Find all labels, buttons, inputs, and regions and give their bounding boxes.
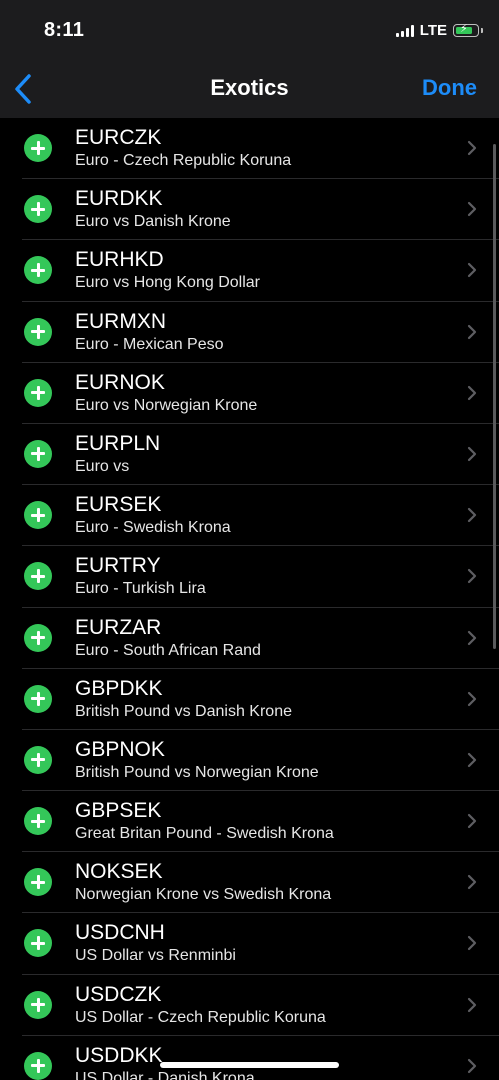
add-circle-icon[interactable]	[24, 317, 52, 346]
add-circle-icon[interactable]	[24, 378, 52, 407]
instrument-symbol: USDCZK	[75, 982, 162, 1006]
add-circle-icon[interactable]	[24, 439, 52, 468]
instrument-symbol: NOKSEK	[75, 860, 163, 884]
list-item[interactable]: EURDKK Euro vs Danish Krone	[0, 179, 499, 241]
add-circle-icon[interactable]	[24, 1051, 52, 1080]
instrument-symbol: GBPNOK	[75, 737, 165, 761]
instrument-description: US Dollar vs Renminbi	[75, 947, 236, 965]
list-item[interactable]: GBPNOK British Pound vs Norwegian Krone	[0, 730, 499, 792]
instrument-description: Euro - South African Rand	[75, 641, 261, 659]
battery-charging-icon: ⚡	[453, 23, 483, 37]
network-type: LTE	[419, 22, 447, 39]
list-item[interactable]: EURNOK Euro vs Norwegian Krone	[0, 363, 499, 425]
chevron-right-icon	[467, 936, 477, 951]
instrument-description: US Dollar - Danish Krona	[75, 1069, 255, 1080]
instrument-symbol: EURMXN	[75, 309, 167, 333]
status-time: 8:11	[44, 19, 85, 41]
instrument-description: Great Britan Pound - Swedish Krona	[75, 825, 334, 843]
list-item[interactable]: GBPSEK Great Britan Pound - Swedish Krona	[0, 791, 499, 853]
screen: 8:11 LTE ⚡ Exotics Done EURCZK Euro - Cz…	[0, 0, 499, 1080]
chevron-right-icon	[467, 140, 477, 156]
status-bar: 8:11 LTE ⚡	[0, 0, 499, 60]
chevron-right-icon	[467, 813, 477, 829]
add-circle-icon[interactable]	[24, 684, 52, 713]
chevron-right-icon	[467, 569, 477, 584]
home-indicator[interactable]	[160, 1062, 339, 1068]
navigation-bar: Exotics Done	[0, 60, 499, 118]
instrument-description: Euro - Swedish Krona	[75, 519, 231, 537]
chevron-right-icon	[467, 630, 477, 645]
chevron-right-icon	[467, 875, 477, 890]
add-circle-icon[interactable]	[24, 990, 52, 1019]
instrument-description: British Pound vs Danish Krone	[75, 702, 292, 720]
instrument-symbol: EURSEK	[75, 493, 162, 517]
add-circle-icon[interactable]	[24, 256, 52, 285]
list-item[interactable]: EURCZK Euro - Czech Republic Koruna	[0, 118, 499, 180]
instrument-description: Euro vs	[75, 457, 130, 475]
add-circle-icon[interactable]	[24, 623, 52, 652]
chevron-right-icon	[467, 263, 477, 278]
cellular-signal-icon	[395, 24, 414, 37]
instrument-description: Euro - Turkish Lira	[75, 580, 206, 598]
chevron-right-icon	[467, 508, 477, 523]
instrument-description: Euro vs Hong Kong Dollar	[75, 274, 260, 292]
instrument-symbol: EURHKD	[75, 248, 164, 272]
list-item[interactable]: USDCNH US Dollar vs Renminbi	[0, 913, 499, 975]
add-circle-icon[interactable]	[24, 745, 52, 774]
instrument-description: Euro vs Danish Krone	[75, 213, 231, 231]
add-circle-icon[interactable]	[24, 807, 52, 836]
add-circle-icon[interactable]	[24, 195, 52, 224]
chevron-right-icon	[467, 1058, 477, 1073]
add-circle-icon[interactable]	[24, 501, 52, 530]
instrument-description: US Dollar - Czech Republic Koruna	[75, 1008, 326, 1026]
chevron-right-icon	[467, 385, 477, 400]
instrument-description: British Pound vs Norwegian Krone	[75, 763, 319, 781]
instrument-symbol: EURPLN	[75, 431, 161, 455]
list-item[interactable]: GBPDKK British Pound vs Danish Krone	[0, 669, 499, 731]
instrument-symbol: GBPSEK	[75, 799, 162, 823]
instrument-symbol: USDCNH	[75, 921, 165, 945]
chevron-right-icon	[467, 446, 477, 462]
instrument-list: EURCZK Euro - Czech Republic Koruna EURDKK…	[0, 118, 499, 1080]
chevron-right-icon	[467, 752, 477, 767]
instrument-symbol: GBPDKK	[75, 676, 163, 700]
add-circle-icon[interactable]	[24, 562, 52, 591]
chevron-right-icon	[467, 202, 477, 217]
chevron-right-icon	[467, 324, 477, 339]
instrument-symbol: EURNOK	[75, 370, 165, 394]
list-item[interactable]: EURMXN Euro - Mexican Peso	[0, 302, 499, 363]
instrument-symbol: EURCZK	[75, 126, 162, 149]
list-item[interactable]: EURHKD Euro vs Hong Kong Dollar	[0, 240, 499, 302]
add-circle-icon[interactable]	[24, 134, 52, 162]
scrollbar[interactable]	[493, 144, 496, 649]
instrument-symbol: EURDKK	[75, 187, 163, 211]
instrument-description: Norwegian Krone vs Swedish Krona	[75, 886, 332, 904]
list-item[interactable]: EURZAR Euro - South African Rand	[0, 608, 499, 669]
add-circle-icon[interactable]	[24, 868, 52, 897]
status-indicators: LTE ⚡	[395, 22, 483, 39]
list-item[interactable]: EURPLN Euro vs	[0, 424, 499, 486]
instrument-symbol: EURTRY	[75, 554, 161, 578]
instrument-symbol: EURZAR	[75, 615, 162, 639]
list-item[interactable]: EURSEK Euro - Swedish Krona	[0, 485, 499, 547]
list-item[interactable]: USDDKK US Dollar - Danish Krona	[0, 1036, 499, 1080]
instrument-description: Euro - Mexican Peso	[75, 335, 224, 353]
add-circle-icon[interactable]	[24, 929, 52, 958]
list-item[interactable]: USDCZK US Dollar - Czech Republic Koruna	[0, 975, 499, 1037]
list-item[interactable]: EURTRY Euro - Turkish Lira	[0, 546, 499, 608]
instrument-description: Euro - Czech Republic Koruna	[75, 152, 292, 169]
instrument-symbol: USDDKK	[75, 1043, 163, 1067]
chevron-right-icon	[467, 691, 477, 706]
chevron-right-icon	[467, 997, 477, 1012]
instrument-description: Euro vs Norwegian Krone	[75, 396, 258, 414]
list-item[interactable]: NOKSEK Norwegian Krone vs Swedish Krona	[0, 852, 499, 914]
done-button[interactable]: Done	[422, 75, 477, 101]
